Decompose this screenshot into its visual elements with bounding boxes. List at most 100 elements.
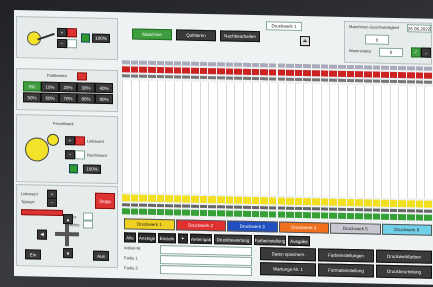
zone-column-33[interactable] (407, 86, 416, 199)
zone-header-red-3[interactable] (147, 66, 156, 73)
color-tab-2[interactable]: Druckwerk 3 (227, 220, 278, 233)
zone-green-11[interactable] (217, 210, 225, 217)
zone-yellow-1[interactable] (130, 194, 139, 202)
bottom-btn-2[interactable]: Druckwerkfarben (376, 249, 432, 264)
zone-column-22[interactable] (312, 84, 321, 197)
toolbar-btn-1[interactable]: Anzeige (138, 232, 156, 243)
toolbar-btn-6[interactable]: Farbeinstellung (254, 235, 286, 246)
zone-yellow-18[interactable] (277, 197, 286, 205)
zone-header-red-26[interactable] (346, 70, 355, 78)
zone-green-29[interactable] (372, 213, 381, 220)
zone-yellow-28[interactable] (363, 199, 372, 207)
value-field-1[interactable] (67, 39, 77, 49)
color-tab-1[interactable]: Druckwerk 2 (175, 219, 226, 232)
zone-header-red-18[interactable] (277, 69, 286, 76)
zone-header-red-13[interactable] (234, 68, 242, 75)
ctl-btn-2[interactable]: − (47, 197, 57, 207)
ctl-field-2[interactable] (83, 220, 93, 229)
zone-column-20[interactable] (294, 83, 304, 197)
zone-green-16[interactable] (260, 211, 268, 218)
farbkasten-btn-3[interactable]: 30% (77, 82, 95, 93)
top-tab-0[interactable]: Maschine (132, 28, 172, 41)
zone-header-red-7[interactable] (182, 67, 191, 74)
zone-column-30[interactable] (381, 85, 390, 198)
zone-header-red-22[interactable] (312, 70, 320, 77)
zone-column-31[interactable] (389, 85, 399, 199)
feucht-plus-btn[interactable]: + (65, 136, 75, 146)
zone-column-1[interactable] (130, 80, 140, 193)
zone-yellow-10[interactable] (208, 196, 216, 204)
zone-green-5[interactable] (165, 209, 173, 216)
zone-header-red-20[interactable] (294, 69, 303, 77)
zone-yellow-4[interactable] (156, 194, 165, 203)
zone-column-21[interactable] (303, 84, 313, 197)
zone-column-0[interactable] (122, 80, 131, 193)
zone-green-35[interactable] (424, 214, 432, 221)
toolbar-btn-4[interactable]: Werteingabe (190, 233, 212, 245)
zone-green-26[interactable] (346, 212, 355, 220)
zone-header-red-2[interactable] (139, 66, 147, 73)
zone-green-12[interactable] (225, 210, 234, 217)
zone-header-red-19[interactable] (286, 69, 294, 76)
zone-yellow-0[interactable] (122, 194, 130, 202)
zone-yellow-24[interactable] (329, 198, 337, 206)
zone-header-red-29[interactable] (372, 71, 381, 78)
eject-icon[interactable]: ⏏ (300, 35, 310, 47)
zone-yellow-19[interactable] (286, 197, 294, 205)
aus-btn[interactable]: Aus (93, 250, 109, 261)
zone-column-15[interactable] (251, 82, 261, 196)
bottom-btn-1[interactable]: Farbeinstellungen (318, 248, 374, 263)
zone-column-4[interactable] (156, 80, 166, 194)
set-button-1[interactable]: + (57, 27, 67, 38)
toolbar-btn-0[interactable]: Alle (124, 232, 136, 243)
up-arrow-btn[interactable]: ▲ (63, 214, 73, 225)
zone-header-red-12[interactable] (225, 68, 234, 75)
zone-header-red-9[interactable] (199, 67, 208, 75)
zone-green-33[interactable] (407, 214, 415, 221)
zone-green-14[interactable] (242, 210, 251, 217)
bottom-btn-0[interactable]: Daten speichern (260, 247, 316, 262)
toolbar-btn-5[interactable]: Druckbewertung (214, 234, 252, 245)
machine-nav-btn[interactable]: › (421, 47, 431, 58)
zone-yellow-7[interactable] (182, 195, 191, 203)
farbkasten-btn-5[interactable]: 50% (23, 92, 41, 103)
zone-yellow-25[interactable] (337, 198, 346, 206)
zone-column-8[interactable] (191, 81, 200, 194)
zone-header-red-25[interactable] (337, 70, 346, 77)
color-tab-0[interactable]: Druckwerk 1 (124, 218, 175, 231)
zone-yellow-8[interactable] (191, 195, 199, 203)
zone-green-3[interactable] (147, 208, 156, 215)
bottom-btn-4[interactable]: Formateinstellung (318, 263, 374, 278)
ctl-field-1[interactable] (83, 212, 93, 221)
zone-yellow-2[interactable] (139, 194, 147, 202)
zone-column-7[interactable] (182, 81, 192, 194)
bottom-field-0[interactable] (160, 245, 252, 256)
zone-column-28[interactable] (363, 85, 373, 198)
farbkasten-btn-7[interactable]: 70% (59, 92, 77, 104)
zone-column-35[interactable] (424, 86, 433, 199)
bottom-field-2[interactable] (160, 265, 252, 276)
zone-header-red-0[interactable] (122, 66, 130, 73)
zone-green-24[interactable] (329, 212, 337, 219)
zone-yellow-3[interactable] (147, 194, 156, 202)
zone-green-2[interactable] (139, 208, 147, 215)
farbkasten-btn-8[interactable]: 80% (77, 93, 95, 104)
farbkasten-btn-2[interactable]: 20% (59, 81, 77, 93)
zone-yellow-6[interactable] (173, 195, 182, 203)
zone-header-red-35[interactable] (424, 72, 432, 79)
zone-green-19[interactable] (286, 211, 294, 218)
zone-green-17[interactable] (268, 211, 277, 218)
farbkasten-btn-1[interactable]: 10% (41, 81, 59, 92)
zone-green-31[interactable] (389, 213, 398, 221)
machine-select[interactable]: Druckwerk 1 (266, 21, 302, 32)
zone-green-0[interactable] (122, 208, 130, 215)
zone-green-15[interactable] (251, 210, 260, 218)
ein-btn[interactable]: Ein (25, 249, 41, 260)
zone-green-10[interactable] (208, 210, 216, 217)
zone-header-red-16[interactable] (260, 69, 268, 76)
farbkasten-btn-9[interactable]: 90% (95, 93, 113, 105)
zone-yellow-21[interactable] (303, 198, 312, 206)
feucht-minus-btn[interactable]: − (65, 150, 75, 160)
zone-column-25[interactable] (337, 84, 347, 197)
zone-column-14[interactable] (242, 82, 252, 195)
